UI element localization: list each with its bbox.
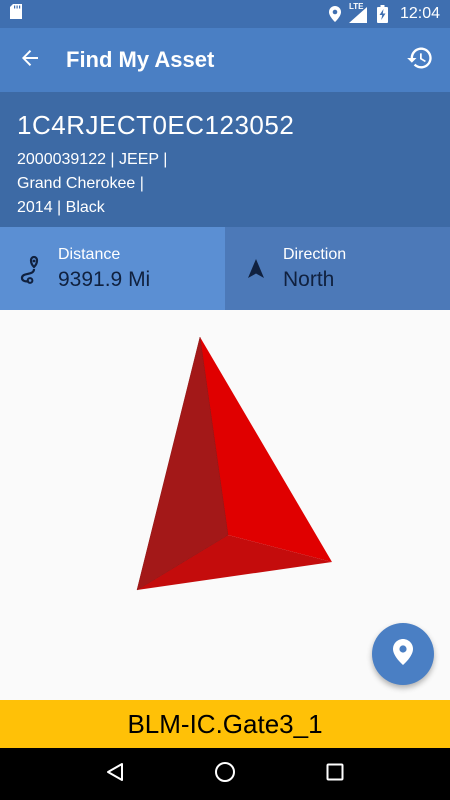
history-icon <box>406 44 434 77</box>
arrow-back-icon <box>20 48 40 73</box>
app-bar: Find My Asset <box>0 28 450 92</box>
direction-value: North <box>283 267 335 291</box>
direction-panel: Direction North <box>225 227 450 310</box>
distance-label: Distance <box>58 245 121 263</box>
back-triangle-icon <box>105 762 125 787</box>
lte-signal-icon: LTE <box>348 2 369 23</box>
vehicle-detail-line: 2000039122 | JEEP | <box>17 151 168 168</box>
info-row: Distance 9391.9 Mi Direction North <box>0 227 450 310</box>
map-pin-icon <box>393 638 413 670</box>
vehicle-detail-line: 2014 | Black <box>17 199 105 216</box>
battery-charging-icon <box>376 5 388 23</box>
location-bar: BLM-IC.Gate3_1 <box>0 700 450 748</box>
page-title: Find My Asset <box>66 47 215 72</box>
vehicle-header: 1C4RJECT0EC123052 2000039122 | JEEP | Gr… <box>0 92 450 227</box>
lte-label: LTE <box>348 2 364 11</box>
back-button[interactable] <box>0 28 60 92</box>
direction-label: Direction <box>283 245 347 263</box>
status-bar: LTE 12:04 <box>0 0 450 28</box>
location-icon <box>328 6 341 22</box>
nav-back-button[interactable] <box>90 748 140 800</box>
home-circle-icon <box>214 761 236 788</box>
sd-card-icon <box>10 4 22 24</box>
nav-home-button[interactable] <box>200 748 250 800</box>
history-button[interactable] <box>390 28 450 92</box>
system-nav-bar <box>0 748 450 800</box>
navigation-arrow-icon <box>225 258 283 280</box>
location-name: BLM-IC.Gate3_1 <box>127 708 323 739</box>
distance-panel: Distance 9391.9 Mi <box>0 227 225 310</box>
nav-recents-button[interactable] <box>310 748 360 800</box>
route-icon <box>0 254 58 284</box>
recents-square-icon <box>326 763 344 786</box>
distance-value: 9391.9 Mi <box>58 267 151 291</box>
status-time: 12:04 <box>399 5 440 22</box>
vehicle-detail-line: Grand Cherokee | <box>17 175 144 192</box>
locate-asset-button[interactable] <box>372 623 434 685</box>
vehicle-vin: 1C4RJECT0EC123052 <box>17 110 295 140</box>
